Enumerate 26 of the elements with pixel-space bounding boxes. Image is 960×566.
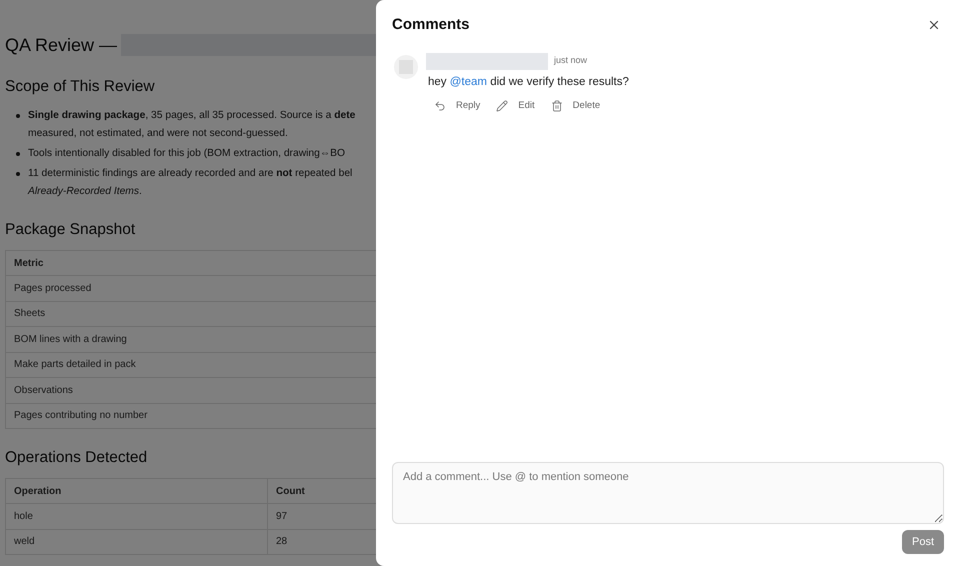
trash-icon <box>550 100 563 112</box>
column-header: Operation <box>6 478 268 504</box>
page-title: QA Review — <box>5 34 118 57</box>
bullet-text: 11 deterministic findings are already recorded and are not repeated bel <box>28 167 352 181</box>
comment-input[interactable]: Add a comment... Use @ to mention someone <box>392 462 944 524</box>
panel-title: Comments <box>392 15 470 35</box>
avatar <box>394 54 418 78</box>
table-cell: weld <box>6 529 268 554</box>
bullet-icon <box>16 152 20 156</box>
section-heading: Operations Detected <box>5 448 148 468</box>
comment-time: just now <box>554 54 588 68</box>
delete-button[interactable]: Delete <box>550 98 600 113</box>
bullet-text: measured, not estimated, and were not second-guessed. <box>28 127 289 141</box>
bullet-text: Already-Recorded Items. <box>28 185 143 199</box>
edit-button[interactable]: Edit <box>496 98 535 113</box>
reply-arrow-icon <box>434 100 446 112</box>
bullet-text: Single drawing package, 35 pages, all 35 processed. Source is a dete <box>28 109 356 123</box>
bullet-text: Tools intentionally disabled for this job (BOM extraction, drawing⇔BO <box>28 147 346 161</box>
reply-button[interactable]: Reply <box>434 98 480 113</box>
comment-text: hey @team did we verify these results? <box>428 74 629 90</box>
pencil-icon <box>496 100 508 112</box>
table-cell: hole <box>6 504 268 529</box>
bullet-icon <box>16 114 20 118</box>
bullet-icon <box>16 172 20 176</box>
section-heading: Package Snapshot <box>5 220 136 240</box>
section-heading: Scope of This Review <box>5 77 155 97</box>
